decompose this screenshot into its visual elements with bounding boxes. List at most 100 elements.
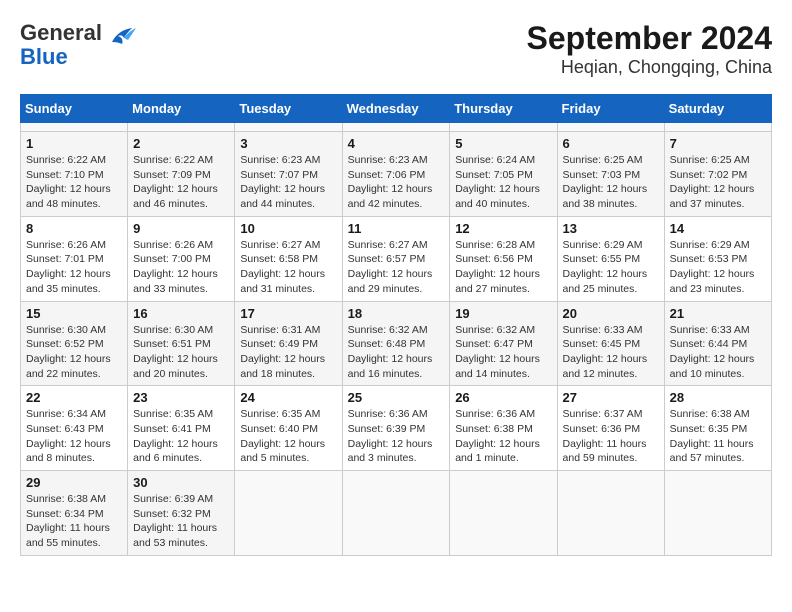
calendar-day-header: Saturday — [664, 95, 771, 123]
calendar-header-row: SundayMondayTuesdayWednesdayThursdayFrid… — [21, 95, 772, 123]
day-number: 16 — [133, 306, 229, 321]
day-detail: Sunrise: 6:30 AMSunset: 6:51 PMDaylight:… — [133, 323, 229, 382]
day-detail: Sunrise: 6:36 AMSunset: 6:39 PMDaylight:… — [348, 407, 445, 466]
calendar-cell: 14Sunrise: 6:29 AMSunset: 6:53 PMDayligh… — [664, 216, 771, 301]
day-number: 9 — [133, 221, 229, 236]
day-detail: Sunrise: 6:32 AMSunset: 6:47 PMDaylight:… — [455, 323, 551, 382]
day-number: 24 — [240, 390, 336, 405]
calendar-cell: 1Sunrise: 6:22 AMSunset: 7:10 PMDaylight… — [21, 132, 128, 217]
calendar-cell — [557, 123, 664, 132]
calendar-cell — [128, 123, 235, 132]
calendar-week-row — [21, 123, 772, 132]
day-detail: Sunrise: 6:38 AMSunset: 6:34 PMDaylight:… — [26, 492, 122, 551]
day-detail: Sunrise: 6:35 AMSunset: 6:40 PMDaylight:… — [240, 407, 336, 466]
day-detail: Sunrise: 6:36 AMSunset: 6:38 PMDaylight:… — [455, 407, 551, 466]
calendar-cell — [235, 471, 342, 556]
day-detail: Sunrise: 6:30 AMSunset: 6:52 PMDaylight:… — [26, 323, 122, 382]
day-detail: Sunrise: 6:32 AMSunset: 6:48 PMDaylight:… — [348, 323, 445, 382]
logo-blue-text: Blue — [20, 44, 68, 70]
day-detail: Sunrise: 6:37 AMSunset: 6:36 PMDaylight:… — [563, 407, 659, 466]
calendar-day-header: Tuesday — [235, 95, 342, 123]
day-detail: Sunrise: 6:27 AMSunset: 6:58 PMDaylight:… — [240, 238, 336, 297]
logo: General Blue — [20, 20, 140, 70]
calendar-cell — [342, 123, 450, 132]
day-number: 13 — [563, 221, 659, 236]
day-number: 7 — [670, 136, 766, 151]
calendar-cell: 23Sunrise: 6:35 AMSunset: 6:41 PMDayligh… — [128, 386, 235, 471]
calendar-cell: 2 Sunrise: 6:22 AMSunset: 7:09 PMDaylight… — [128, 132, 235, 217]
calendar-cell: 8Sunrise: 6:26 AMSunset: 7:01 PMDaylight… — [21, 216, 128, 301]
calendar-cell — [557, 471, 664, 556]
calendar-cell: 17 Sunrise: 6:31 AMSunset: 6:49 PMDayligh… — [235, 301, 342, 386]
day-detail: Sunrise: 6:24 AMSunset: 7:05 PMDaylight:… — [455, 153, 551, 212]
calendar-cell: 27Sunrise: 6:37 AMSunset: 6:36 PMDayligh… — [557, 386, 664, 471]
day-detail: Sunrise: 6:28 AMSunset: 6:56 PMDaylight:… — [455, 238, 551, 297]
calendar-cell: 11Sunrise: 6:27 AMSunset: 6:57 PMDayligh… — [342, 216, 450, 301]
calendar-cell: 9 Sunrise: 6:26 AMSunset: 7:00 PMDaylight… — [128, 216, 235, 301]
calendar-cell: 21 Sunrise: 6:33 AMSunset: 6:44 PMDayligh… — [664, 301, 771, 386]
day-detail: Sunrise: 6:23 AMSunset: 7:06 PMDaylight:… — [348, 153, 445, 212]
calendar-cell: 15 Sunrise: 6:30 AMSunset: 6:52 PMDayligh… — [21, 301, 128, 386]
day-number: 18 — [348, 306, 445, 321]
calendar-day-header: Monday — [128, 95, 235, 123]
day-detail: Sunrise: 6:29 AMSunset: 6:53 PMDaylight:… — [670, 238, 766, 297]
day-detail: Sunrise: 6:38 AMSunset: 6:35 PMDaylight:… — [670, 407, 766, 466]
calendar-day-header: Wednesday — [342, 95, 450, 123]
day-number: 17 — [240, 306, 336, 321]
day-number: 28 — [670, 390, 766, 405]
day-number: 25 — [348, 390, 445, 405]
calendar-day-header: Thursday — [450, 95, 557, 123]
day-number: 29 — [26, 475, 122, 490]
calendar-cell: 29 Sunrise: 6:38 AMSunset: 6:34 PMDayligh… — [21, 471, 128, 556]
day-detail: Sunrise: 6:22 AMSunset: 7:10 PMDaylight:… — [26, 153, 122, 212]
title-block: September 2024 Heqian, Chongqing, China — [527, 20, 772, 78]
calendar-table: SundayMondayTuesdayWednesdayThursdayFrid… — [20, 94, 772, 556]
day-number: 3 — [240, 136, 336, 151]
page-subtitle: Heqian, Chongqing, China — [527, 57, 772, 78]
day-detail: Sunrise: 6:33 AMSunset: 6:44 PMDaylight:… — [670, 323, 766, 382]
calendar-cell — [664, 123, 771, 132]
calendar-cell — [235, 123, 342, 132]
logo-bird-icon — [104, 24, 140, 48]
day-number: 15 — [26, 306, 122, 321]
calendar-cell: 25 Sunrise: 6:36 AMSunset: 6:39 PMDayligh… — [342, 386, 450, 471]
calendar-week-row: 29 Sunrise: 6:38 AMSunset: 6:34 PMDayligh… — [21, 471, 772, 556]
day-number: 21 — [670, 306, 766, 321]
calendar-cell: 10Sunrise: 6:27 AMSunset: 6:58 PMDayligh… — [235, 216, 342, 301]
day-detail: Sunrise: 6:33 AMSunset: 6:45 PMDaylight:… — [563, 323, 659, 382]
page-header: General Blue September 2024 Heqian, Chon… — [20, 20, 772, 78]
day-number: 26 — [455, 390, 551, 405]
calendar-week-row: 8Sunrise: 6:26 AMSunset: 7:01 PMDaylight… — [21, 216, 772, 301]
calendar-cell — [342, 471, 450, 556]
day-number: 30 — [133, 475, 229, 490]
day-number: 11 — [348, 221, 445, 236]
calendar-cell — [450, 123, 557, 132]
day-detail: Sunrise: 6:25 AMSunset: 7:03 PMDaylight:… — [563, 153, 659, 212]
day-detail: Sunrise: 6:22 AMSunset: 7:09 PMDaylight:… — [133, 153, 229, 212]
day-detail: Sunrise: 6:34 AMSunset: 6:43 PMDaylight:… — [26, 407, 122, 466]
day-number: 8 — [26, 221, 122, 236]
day-detail: Sunrise: 6:23 AMSunset: 7:07 PMDaylight:… — [240, 153, 336, 212]
calendar-cell: 5Sunrise: 6:24 AMSunset: 7:05 PMDaylight… — [450, 132, 557, 217]
calendar-cell — [664, 471, 771, 556]
day-detail: Sunrise: 6:26 AMSunset: 7:00 PMDaylight:… — [133, 238, 229, 297]
day-number: 22 — [26, 390, 122, 405]
calendar-cell: 20Sunrise: 6:33 AMSunset: 6:45 PMDayligh… — [557, 301, 664, 386]
calendar-cell — [450, 471, 557, 556]
calendar-cell: 22 Sunrise: 6:34 AMSunset: 6:43 PMDayligh… — [21, 386, 128, 471]
day-number: 12 — [455, 221, 551, 236]
day-detail: Sunrise: 6:29 AMSunset: 6:55 PMDaylight:… — [563, 238, 659, 297]
calendar-cell: 12 Sunrise: 6:28 AMSunset: 6:56 PMDayligh… — [450, 216, 557, 301]
calendar-cell: 18 Sunrise: 6:32 AMSunset: 6:48 PMDayligh… — [342, 301, 450, 386]
calendar-cell: 30Sunrise: 6:39 AMSunset: 6:32 PMDayligh… — [128, 471, 235, 556]
calendar-cell — [21, 123, 128, 132]
calendar-cell: 19Sunrise: 6:32 AMSunset: 6:47 PMDayligh… — [450, 301, 557, 386]
day-number: 2 — [133, 136, 229, 151]
day-detail: Sunrise: 6:35 AMSunset: 6:41 PMDaylight:… — [133, 407, 229, 466]
calendar-week-row: 15 Sunrise: 6:30 AMSunset: 6:52 PMDayligh… — [21, 301, 772, 386]
calendar-cell: 26 Sunrise: 6:36 AMSunset: 6:38 PMDayligh… — [450, 386, 557, 471]
calendar-cell: 24 Sunrise: 6:35 AMSunset: 6:40 PMDayligh… — [235, 386, 342, 471]
day-detail: Sunrise: 6:31 AMSunset: 6:49 PMDaylight:… — [240, 323, 336, 382]
calendar-day-header: Friday — [557, 95, 664, 123]
day-number: 6 — [563, 136, 659, 151]
